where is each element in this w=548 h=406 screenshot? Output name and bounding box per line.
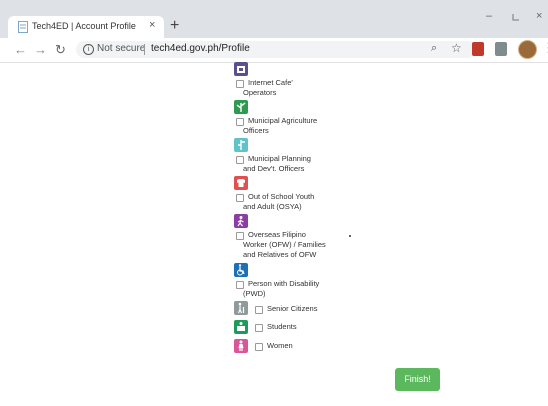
senior-citizens-checkbox[interactable]: [255, 306, 263, 314]
reload-icon[interactable]: ↻: [55, 41, 66, 59]
minimize-icon[interactable]: –: [486, 10, 492, 22]
category-label: Out of School Youth: [248, 192, 315, 201]
wheelchair-icon: [234, 263, 248, 277]
browser-tab[interactable]: Tech4ED | Account Profile ×: [8, 16, 164, 38]
extension-icon[interactable]: [495, 42, 507, 56]
new-tab-button[interactable]: +: [170, 16, 179, 36]
student-icon: [234, 320, 248, 334]
zoom-icon[interactable]: ⌕: [431, 42, 437, 55]
document-icon: [18, 21, 28, 33]
category-label: and Relatives of OFW: [243, 250, 317, 259]
category-label: Municipal Planning: [248, 154, 311, 163]
forward-arrow-icon[interactable]: →: [34, 41, 47, 59]
category-label: and Adult (OSYA): [243, 202, 302, 211]
category-label: Person with Disability: [248, 279, 320, 288]
browser-titlebar: Tech4ED | Account Profile × + – ×: [0, 0, 548, 38]
category-label: Municipal Agriculture: [248, 116, 318, 125]
category-label: Students: [267, 322, 297, 331]
category-label: Internet Cafe': [248, 78, 293, 87]
omnibox-separator: [144, 44, 145, 55]
pwd-checkbox[interactable]: [236, 281, 244, 289]
category-label: Senior Citizens: [267, 304, 318, 313]
category-label: Operators: [243, 88, 277, 97]
category-label: and Dev't. Officers: [243, 164, 305, 173]
ofw-checkbox[interactable]: [236, 232, 244, 240]
category-label: Overseas Filipino: [248, 230, 306, 239]
woman-icon: [234, 339, 248, 353]
plant-icon: [234, 100, 248, 114]
tab-close-icon[interactable]: ×: [149, 19, 155, 31]
category-label: Officers: [243, 126, 269, 135]
osya-checkbox[interactable]: [236, 194, 244, 202]
planning-icon: [234, 138, 248, 152]
women-checkbox[interactable]: [255, 343, 263, 351]
security-label: Not secure: [97, 43, 146, 54]
stray-dot: [349, 235, 351, 237]
traveler-icon: [234, 214, 248, 228]
bookmark-star-icon[interactable]: ☆: [451, 41, 462, 55]
avatar[interactable]: [518, 40, 537, 59]
browser-toolbar: ← → ↻ i Not secure tech4ed.gov.ph/Profil…: [0, 38, 548, 63]
browser-menu-icon[interactable]: ⋮: [542, 40, 548, 56]
students-checkbox[interactable]: [255, 324, 263, 332]
category-label: (PWD): [243, 289, 266, 298]
restore-icon[interactable]: [512, 13, 520, 21]
category-label: Women: [267, 341, 293, 350]
shirt-icon: [234, 176, 248, 190]
building-icon: [234, 62, 248, 76]
category-label: Worker (OFW) / Families: [243, 240, 326, 249]
finish-button[interactable]: Finish!: [395, 368, 440, 391]
info-icon[interactable]: i: [83, 44, 94, 55]
municipal-planning-officers-checkbox[interactable]: [236, 156, 244, 164]
municipal-agriculture-officers-checkbox[interactable]: [236, 118, 244, 126]
address-bar[interactable]: i Not secure tech4ed.gov.ph/Profile ⌕ ☆: [76, 41, 476, 58]
internet-cafe-operators-checkbox[interactable]: [236, 80, 244, 88]
back-arrow-icon[interactable]: ←: [14, 41, 27, 59]
url-text[interactable]: tech4ed.gov.ph/Profile: [151, 43, 250, 54]
close-window-icon[interactable]: ×: [536, 10, 542, 22]
tab-title: Tech4ED | Account Profile: [32, 21, 136, 31]
pdf-extension-icon[interactable]: [472, 42, 484, 56]
elderly-icon: [234, 301, 248, 315]
